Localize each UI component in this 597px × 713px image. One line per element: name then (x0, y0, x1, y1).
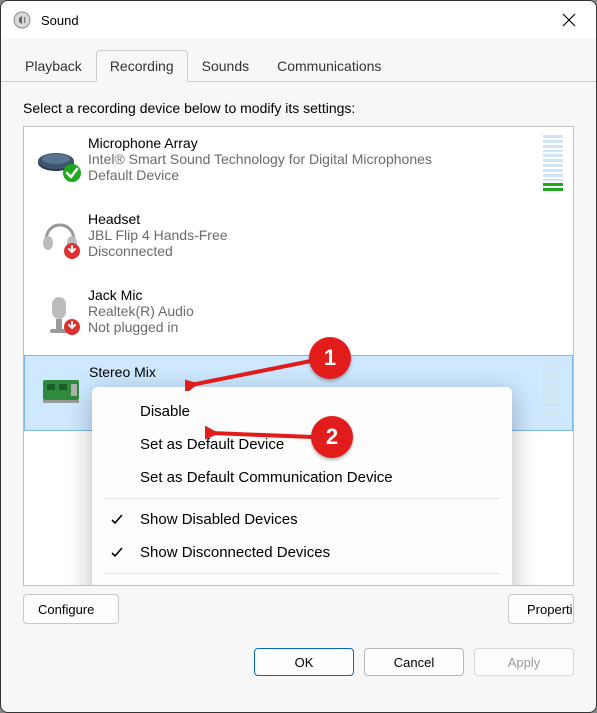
annotation-arrow-1 (185, 355, 315, 391)
configure-button[interactable]: Configure (23, 594, 119, 624)
tab-playback[interactable]: Playback (11, 50, 96, 82)
device-sub: Intel® Smart Sound Technology for Digita… (88, 151, 537, 167)
window-title: Sound (41, 13, 546, 28)
device-status: Default Device (88, 167, 537, 183)
cm-properties[interactable]: Properties (92, 578, 512, 586)
device-item-headset[interactable]: Headset JBL Flip 4 Hands-Free Disconnect… (24, 203, 573, 279)
titlebar: Sound (1, 1, 596, 39)
tab-recording[interactable]: Recording (96, 50, 188, 82)
check-icon (110, 546, 124, 560)
sound-app-icon (13, 11, 31, 29)
soundcard-icon (33, 364, 89, 414)
context-menu: Disable Set as Default Device Set as Def… (92, 387, 512, 586)
tab-strip: Playback Recording Sounds Communications (1, 39, 596, 82)
dialog-button-row: OK Cancel Apply (1, 636, 596, 694)
device-sub: JBL Flip 4 Hands-Free (88, 227, 563, 243)
sound-dialog: Sound Playback Recording Sounds Communic… (0, 0, 597, 713)
tab-sounds[interactable]: Sounds (188, 50, 263, 82)
cm-label: Show Disconnected Devices (140, 544, 330, 561)
level-meter (543, 135, 563, 191)
close-button[interactable] (546, 4, 592, 36)
cm-disable[interactable]: Disable (92, 395, 512, 428)
device-item-microphone-array[interactable]: Microphone Array Intel® Smart Sound Tech… (24, 127, 573, 203)
level-meter (542, 364, 562, 420)
device-status: Not plugged in (88, 319, 563, 335)
inner-button-row: Configure Properties (23, 594, 574, 624)
device-sub: Realtek(R) Audio (88, 303, 563, 319)
cm-set-comm-default[interactable]: Set as Default Communication Device (92, 461, 512, 494)
device-name: Headset (88, 211, 563, 227)
jack-mic-icon (32, 287, 88, 337)
cm-show-disabled[interactable]: Show Disabled Devices (92, 503, 512, 536)
ok-button[interactable]: OK (254, 648, 354, 676)
apply-button[interactable]: Apply (474, 648, 574, 676)
cm-separator (104, 498, 500, 499)
annotation-bubble-1: 1 (309, 337, 351, 379)
headset-icon (32, 211, 88, 261)
cancel-button[interactable]: Cancel (364, 648, 464, 676)
check-icon (110, 513, 124, 527)
device-item-jack-mic[interactable]: Jack Mic Realtek(R) Audio Not plugged in (24, 279, 573, 355)
prompt-label: Select a recording device below to modif… (23, 100, 574, 116)
device-name: Microphone Array (88, 135, 537, 151)
device-status: Disconnected (88, 243, 563, 259)
annotation-bubble-2: 2 (311, 416, 353, 458)
device-name: Jack Mic (88, 287, 563, 303)
wide-mic-icon (32, 135, 88, 185)
cm-show-disconnected[interactable]: Show Disconnected Devices (92, 536, 512, 569)
cm-separator (104, 573, 500, 574)
annotation-arrow-2 (205, 425, 317, 445)
device-properties-button[interactable]: Properties (508, 594, 574, 624)
tab-communications[interactable]: Communications (263, 50, 395, 82)
cm-label: Show Disabled Devices (140, 511, 298, 528)
